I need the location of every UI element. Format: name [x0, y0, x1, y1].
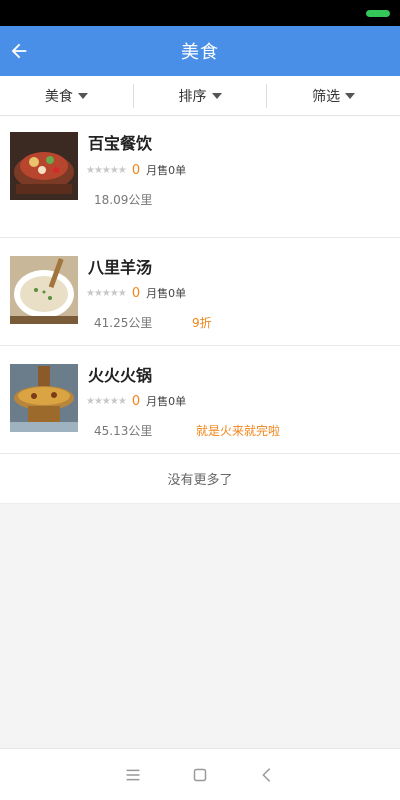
monthly-sales: 月售0单: [146, 164, 187, 177]
sort-filter-label: 排序: [178, 88, 207, 105]
battery-icon: [366, 10, 390, 17]
menu-icon[interactable]: [122, 764, 144, 786]
distance: 18.09公里: [94, 193, 153, 207]
rating-row: ★★★★★ 0 月售0单: [86, 162, 186, 178]
distance: 45.13公里: [94, 424, 153, 438]
back-icon[interactable]: [256, 764, 278, 786]
caret-down-icon: [345, 92, 356, 99]
caret-down-icon: [211, 92, 222, 99]
home-icon[interactable]: [189, 764, 211, 786]
store-thumbnail: [10, 256, 78, 324]
store-name: 八里羊汤: [88, 258, 153, 277]
rating-row: ★★★★★ 0 月售0单: [86, 393, 186, 409]
store-item[interactable]: 八里羊汤 ★★★★★ 0 月售0单 41.25公里 9折: [0, 238, 400, 346]
monthly-sales: 月售0单: [146, 395, 187, 408]
star-rating-icon: ★★★★★: [86, 395, 127, 407]
sort-filter-dropdown[interactable]: 排序: [132, 83, 267, 108]
star-rating-icon: ★★★★★: [86, 287, 127, 299]
screen-filter-label: 筛选: [312, 88, 341, 105]
store-item[interactable]: 火火火锅 ★★★★★ 0 月售0单 45.13公里 就是火来就完啦: [0, 346, 400, 454]
promo-tag: 9折: [192, 316, 212, 330]
status-bar: [0, 0, 400, 26]
rating-value: 0: [131, 393, 141, 409]
star-rating-icon: ★★★★★: [86, 164, 127, 176]
rating-value: 0: [131, 162, 141, 178]
filter-bar: 美食 排序 筛选: [0, 76, 400, 116]
no-more-hint: 没有更多了: [0, 454, 400, 504]
caret-down-icon: [77, 92, 88, 99]
store-item[interactable]: 百宝餐饮 ★★★★★ 0 月售0单 18.09公里: [0, 116, 400, 238]
system-nav-bar: [0, 748, 400, 800]
store-name: 百宝餐饮: [88, 134, 153, 153]
distance: 41.25公里: [94, 316, 153, 330]
screen-filter-dropdown[interactable]: 筛选: [266, 83, 400, 108]
page-title: 美食: [181, 42, 219, 63]
rating-value: 0: [131, 285, 141, 301]
app-header: 美食: [0, 26, 400, 76]
back-arrow-icon[interactable]: [8, 40, 30, 62]
rating-row: ★★★★★ 0 月售0单: [86, 285, 186, 301]
promo-tag: 就是火来就完啦: [196, 424, 281, 438]
category-filter-label: 美食: [44, 88, 73, 105]
store-list: 百宝餐饮 ★★★★★ 0 月售0单 18.09公里 八里羊汤 ★★★★★ 0 月…: [0, 116, 400, 454]
store-thumbnail: [10, 364, 78, 432]
monthly-sales: 月售0单: [146, 287, 187, 300]
store-thumbnail: [10, 132, 78, 200]
store-name: 火火火锅: [88, 366, 153, 385]
category-filter-dropdown[interactable]: 美食: [0, 84, 133, 108]
